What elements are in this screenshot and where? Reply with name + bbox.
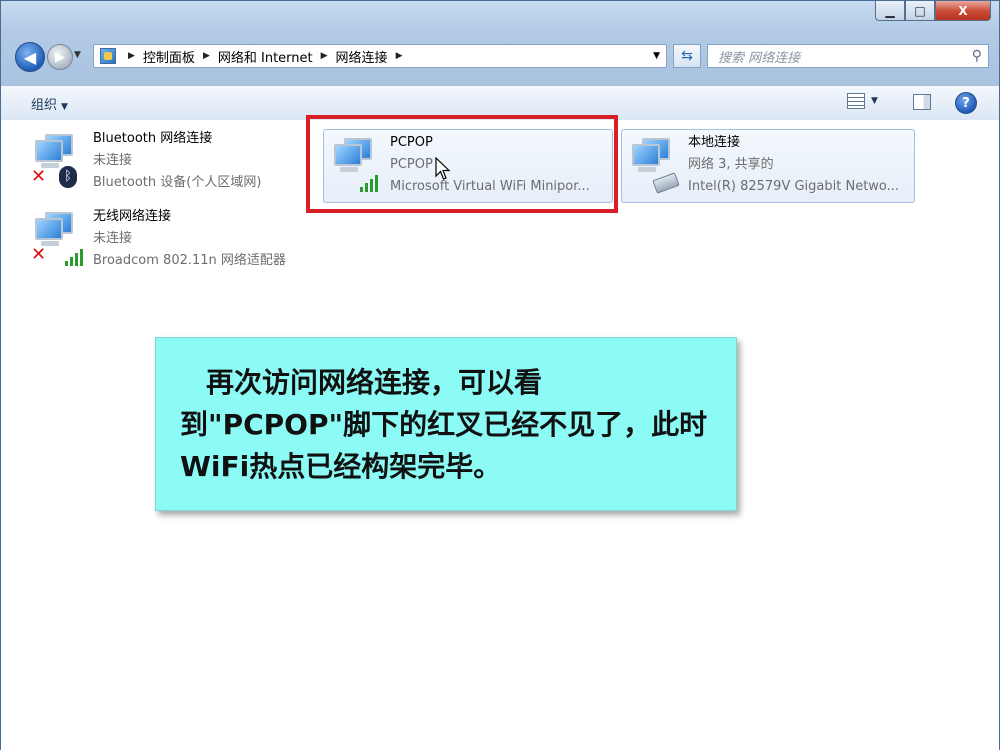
- highlight-frame: [306, 115, 618, 213]
- close-button[interactable]: X: [935, 1, 991, 21]
- connection-name: Bluetooth 网络连接: [93, 131, 213, 146]
- search-placeholder: 搜索 网络连接: [718, 50, 801, 66]
- connection-local[interactable]: 本地连接 网络 3, 共享的 Intel(R) 82579V Gigabit N…: [621, 129, 915, 203]
- minimize-button[interactable]: ▁: [875, 1, 905, 21]
- help-button[interactable]: ?: [955, 92, 977, 114]
- search-input[interactable]: 搜索 网络连接 ⚲: [707, 44, 989, 68]
- refresh-button[interactable]: ⇆: [673, 44, 701, 68]
- back-button[interactable]: ◀: [15, 42, 45, 72]
- connection-name: 无线网络连接: [93, 209, 172, 224]
- organize-label: 组织: [31, 98, 58, 113]
- connection-status: 网络 3, 共享的: [688, 157, 774, 172]
- wifi-signal-icon: [59, 246, 83, 266]
- chevron-down-icon: ▼: [61, 102, 68, 112]
- network-adapter-icon: ✕: [31, 212, 83, 266]
- connection-device: Bluetooth 设备(个人区域网): [93, 175, 262, 190]
- navigation-bar: ◀ ▶ ▼ ▶ 控制面板 ▶ 网络和 Internet ▶ 网络连接 ▶ ▼ ⇆…: [1, 37, 1000, 77]
- maximize-button[interactable]: □: [905, 1, 935, 21]
- chevron-right-icon[interactable]: ▶: [203, 51, 210, 61]
- connection-bluetooth[interactable]: ✕ ᛒ Bluetooth 网络连接 未连接 Bluetooth 设备(个人区域…: [25, 126, 295, 200]
- connection-status: 未连接: [93, 231, 133, 246]
- ethernet-cable-icon: [652, 172, 680, 194]
- callout-text: 再次访问网络连接，可以看到"PCPOP"脚下的红叉已经不见了，此时WiFi热点已…: [180, 366, 708, 483]
- connection-status: 未连接: [93, 153, 133, 168]
- breadcrumb-network-internet[interactable]: 网络和 Internet: [218, 47, 313, 66]
- chevron-down-icon: ▼: [871, 96, 878, 106]
- mouse-cursor-icon: [435, 157, 451, 180]
- refresh-icon: ⇆: [681, 48, 693, 64]
- chevron-right-icon[interactable]: ▶: [321, 51, 328, 61]
- forward-arrow-icon: ▶: [55, 49, 65, 65]
- organize-button[interactable]: 组织 ▼: [31, 94, 68, 113]
- help-icon: ?: [962, 95, 970, 111]
- address-dropdown-icon[interactable]: ▼: [653, 51, 660, 61]
- preview-pane-button[interactable]: [913, 94, 931, 110]
- back-arrow-icon: ◀: [23, 47, 37, 67]
- connection-name: 本地连接: [688, 135, 741, 150]
- network-adapter-icon: [628, 138, 680, 194]
- connection-wireless[interactable]: ✕ 无线网络连接 未连接 Broadcom 802.11n 网络适配器: [25, 204, 315, 278]
- control-panel-icon: [100, 48, 116, 64]
- view-icon: [847, 93, 865, 109]
- recent-pages-dropdown[interactable]: ▼: [74, 50, 81, 60]
- bluetooth-icon: ᛒ: [59, 166, 77, 188]
- disconnected-x-icon: ✕: [31, 244, 47, 265]
- caption-buttons: ▁ □ X: [875, 1, 991, 25]
- disconnected-x-icon: ✕: [31, 166, 47, 187]
- connection-device: Broadcom 802.11n 网络适配器: [93, 253, 286, 268]
- explorer-window: ▁ □ X ◀ ▶ ▼ ▶ 控制面板 ▶ 网络和 Internet ▶ 网络连接…: [0, 0, 1000, 750]
- change-view-button[interactable]: ▼: [847, 93, 878, 109]
- chevron-right-icon[interactable]: ▶: [128, 51, 135, 61]
- connection-device: Intel(R) 82579V Gigabit Netwo...: [688, 179, 900, 194]
- forward-button[interactable]: ▶: [47, 44, 73, 70]
- chevron-right-icon[interactable]: ▶: [396, 51, 403, 61]
- annotation-callout: 再次访问网络连接，可以看到"PCPOP"脚下的红叉已经不见了，此时WiFi热点已…: [155, 337, 737, 511]
- breadcrumb-network-connections[interactable]: 网络连接: [336, 47, 388, 66]
- network-adapter-icon: ✕ ᛒ: [31, 134, 79, 188]
- address-bar[interactable]: ▶ 控制面板 ▶ 网络和 Internet ▶ 网络连接 ▶ ▼: [93, 44, 667, 68]
- breadcrumb-control-panel[interactable]: 控制面板: [143, 47, 195, 66]
- search-icon[interactable]: ⚲: [972, 48, 982, 64]
